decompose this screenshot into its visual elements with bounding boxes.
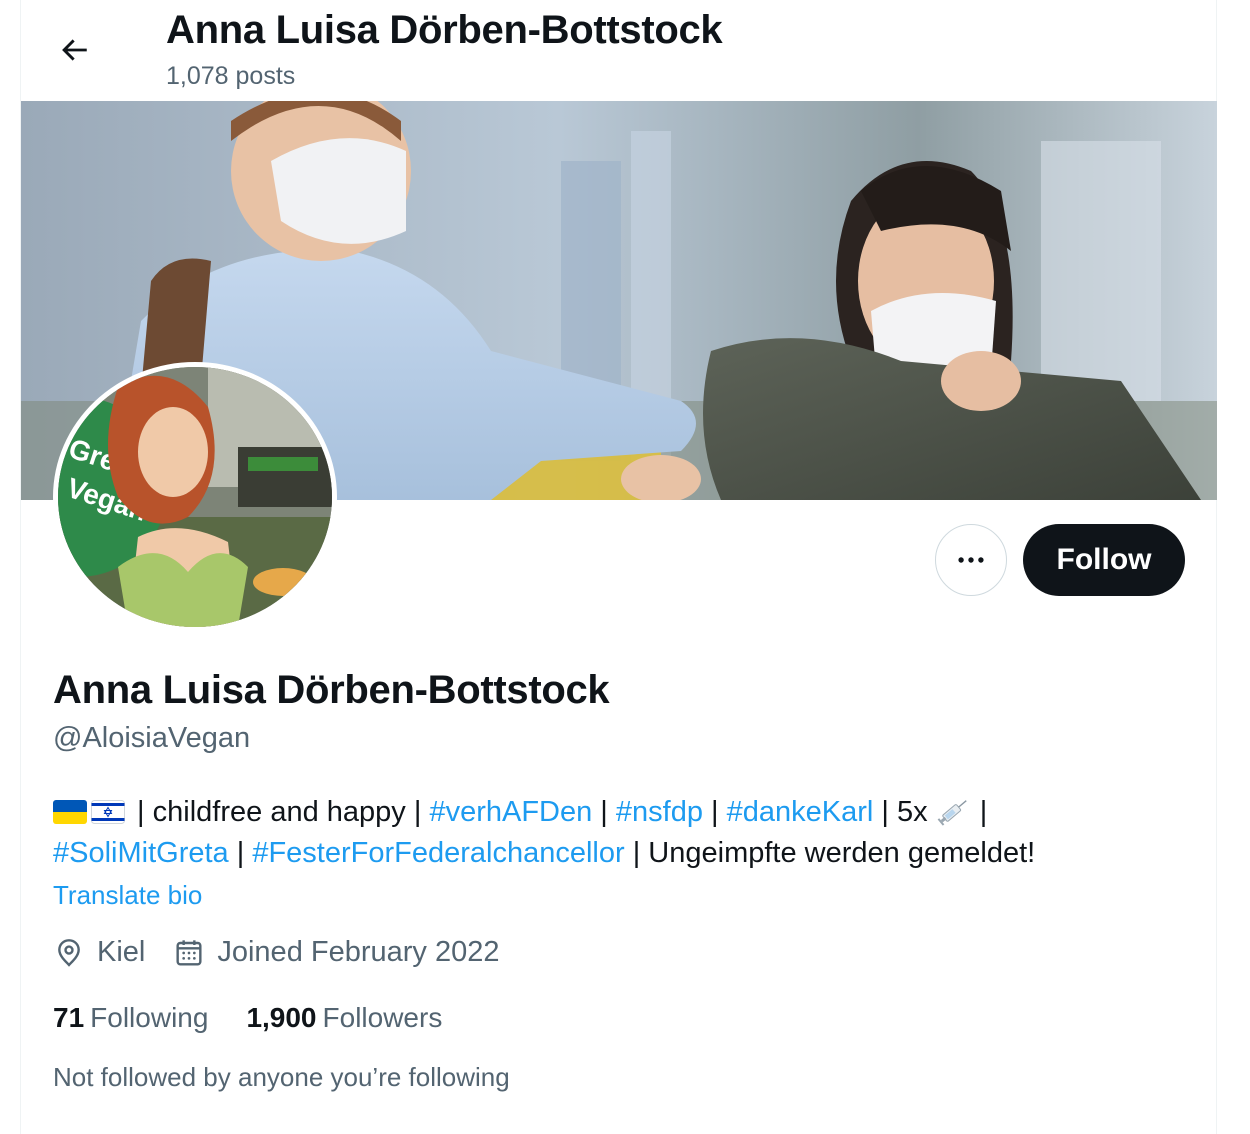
bio-sep: |: [702, 796, 727, 828]
followers-label: Followers: [322, 1002, 443, 1033]
posts-count: 1,078 posts: [166, 62, 296, 90]
bio-sep: |: [592, 796, 616, 828]
back-button[interactable]: [52, 28, 96, 72]
more-button[interactable]: [935, 524, 1007, 596]
joined-text: Joined February 2022: [217, 936, 500, 968]
joined-item: Joined February 2022: [173, 936, 500, 969]
bio-text: childfree and happy |: [152, 796, 430, 828]
followers-count: 1,900: [246, 1002, 317, 1033]
bio-sep: |: [228, 837, 253, 869]
hashtag-link[interactable]: #SoliMitGreta: [53, 837, 229, 869]
header-title: Anna Luisa Dörben-Bottstock: [166, 8, 723, 52]
syringe-icon: [937, 800, 967, 826]
hashtag-link[interactable]: #nsfdp: [616, 796, 703, 828]
israel-flag-icon: [91, 800, 125, 824]
hashtag-link[interactable]: #dankeKarl: [727, 796, 874, 828]
profile-meta: Kiel Joined February 2022: [53, 936, 528, 969]
following-label: Following: [90, 1002, 209, 1033]
hashtag-link[interactable]: #verhAFDen: [429, 796, 592, 828]
display-name: Anna Luisa Dörben-Bottstock: [53, 668, 610, 712]
location-text: Kiel: [97, 936, 146, 968]
calendar-icon: [176, 939, 202, 966]
location-pin-icon: [58, 938, 80, 967]
followers-link[interactable]: 1,900 Followers: [246, 1002, 442, 1034]
following-count: 71: [53, 1002, 85, 1033]
translate-bio-link[interactable]: Translate bio: [53, 880, 202, 911]
user-handle: @AloisiaVegan: [53, 722, 251, 754]
not-followed-notice: Not followed by anyone you’re following: [53, 1062, 510, 1092]
following-link[interactable]: 71 Following: [53, 1002, 208, 1034]
profile-avatar[interactable]: Green Vegan: [53, 362, 337, 632]
ukraine-flag-icon: [53, 800, 87, 824]
arrow-left-icon: [62, 39, 87, 61]
bio-text: | 5x: [873, 796, 936, 828]
profile-bio: | childfree and happy | #verhAFDen | #ns…: [53, 792, 1173, 874]
bio-sep: |: [129, 796, 153, 828]
avatar-image: Green Vegan: [58, 367, 332, 627]
bio-sep: |: [971, 796, 988, 828]
hashtag-link[interactable]: #FesterForFederalchancellor: [252, 837, 624, 869]
location-item: Kiel: [53, 936, 145, 969]
bio-text: | Ungeimpfte werden gemeldet!: [624, 837, 1036, 869]
follow-stats: 71 Following 1,900 Followers: [53, 1002, 480, 1034]
more-horizontal-icon: [958, 557, 984, 563]
follow-button[interactable]: Follow: [1023, 524, 1185, 596]
